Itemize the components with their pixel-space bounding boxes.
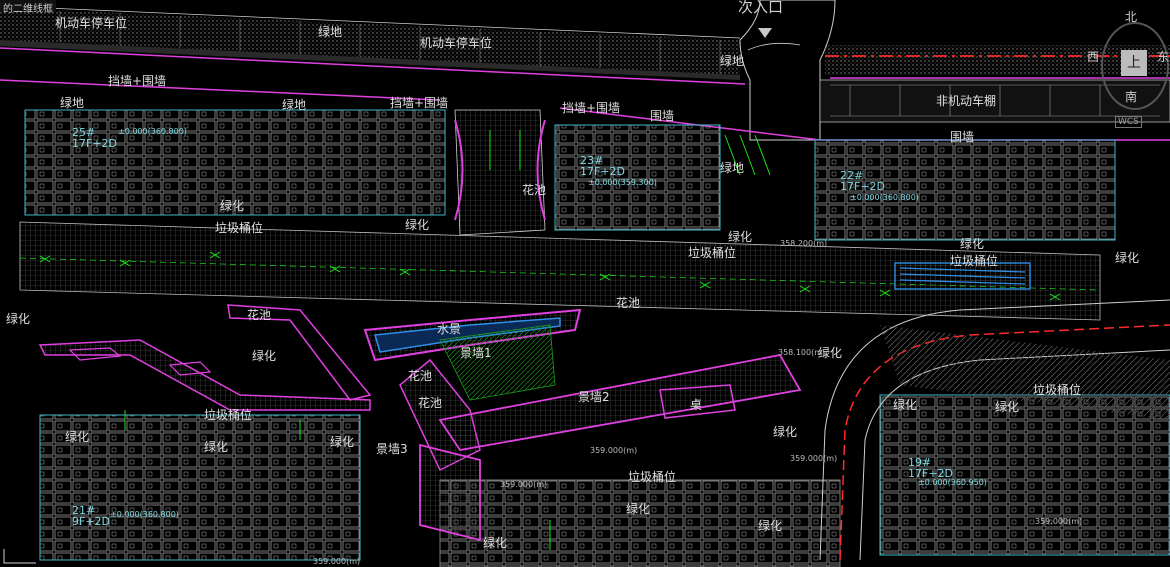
cad-drawing-canvas[interactable] [0, 0, 1170, 567]
water-feature-label: 水景 [437, 322, 462, 336]
greening-label: 绿化 [6, 312, 31, 326]
greening-label: 绿化 [204, 440, 229, 454]
level-mark: 359.000(m) [500, 480, 548, 489]
compass-north[interactable]: 北 [1125, 8, 1137, 25]
greening-label: 绿化 [1115, 251, 1140, 265]
feature-wall-label: 景墙1 [460, 346, 492, 360]
greening-label: 绿化 [995, 400, 1020, 414]
green-label: 绿地 [720, 161, 745, 175]
greening-label: 绿化 [758, 519, 783, 533]
greening-label: 绿化 [893, 398, 918, 412]
building-elevation: ±0.000(360.950) [918, 478, 987, 487]
green-label: 绿地 [60, 96, 85, 110]
building-floors: 17F+2D [72, 137, 118, 150]
compass-south[interactable]: 南 [1125, 88, 1137, 105]
greening-label: 绿化 [65, 430, 90, 444]
greening-label: 绿化 [252, 349, 277, 363]
trash-bin-label: 垃圾桶位 [204, 408, 253, 422]
viewport-tab[interactable]: 的二维线框 [0, 0, 56, 15]
trash-bin-label: 垃圾桶位 [688, 246, 737, 260]
greening-label: 绿化 [405, 218, 430, 232]
trash-bin-label: 垃圾桶位 [1033, 383, 1082, 397]
retaining-wall-label: 挡墙+围墙 [108, 74, 167, 88]
building-floors: 17F+2D [580, 165, 626, 178]
building-floors: 17F+2D [840, 180, 886, 193]
flower-bed-label: 花池 [247, 308, 272, 322]
central-plaza [454, 109, 546, 236]
green-label: 绿地 [720, 54, 745, 68]
table-label: 桌 [690, 398, 703, 412]
retaining-wall-label: 挡墙+围墙 [390, 96, 449, 110]
nonmotor-shed-label: 非机动车棚 [936, 94, 997, 108]
building-elevation: ±0.000(360.800) [110, 510, 179, 519]
building-elevation: ±0.000(359.300) [588, 178, 657, 187]
compass-west[interactable]: 西 [1087, 48, 1099, 65]
greening-label: 绿化 [728, 230, 753, 244]
feature-wall-label: 景墙2 [578, 390, 610, 404]
green-label: 绿地 [282, 98, 307, 112]
greening-label: 绿化 [773, 425, 798, 439]
flower-bed-label: 花池 [408, 369, 433, 383]
feature-wall-label: 景墙3 [376, 442, 408, 456]
trash-bin-label: 垃圾桶位 [628, 470, 677, 484]
ucs-icon [3, 549, 36, 564]
trash-bin-label: 垃圾桶位 [950, 254, 999, 268]
entrance-label: 次入口 [738, 0, 784, 16]
greening-label: 绿化 [960, 237, 985, 251]
building-elevation: ±0.000(360.800) [850, 193, 919, 202]
wcs-menu[interactable]: WCS [1115, 116, 1142, 128]
trash-bin-label: 垃圾桶位 [215, 221, 264, 235]
fence-label: 围墙 [650, 109, 675, 123]
building-floors: 9F+2D [72, 515, 111, 528]
viewcube-top-face[interactable]: 上 [1121, 50, 1147, 76]
level-mark: 359.000(m) [790, 454, 838, 463]
greening-label: 绿化 [330, 435, 355, 449]
flower-bed-label: 花池 [522, 183, 547, 197]
level-mark: 358.100(m) [778, 348, 826, 357]
motor-parking-label: 机动车停车位 [55, 16, 128, 30]
compass-east[interactable]: 东 [1157, 48, 1169, 65]
viewcube[interactable]: 北 南 西 东 上 WCS [1087, 8, 1169, 128]
green-label: 绿地 [318, 25, 343, 39]
level-mark: 359.000(m) [1035, 517, 1083, 526]
flower-bed-label: 花池 [616, 296, 641, 310]
fence-label: 围墙 [950, 130, 975, 144]
west-paths [38, 304, 372, 411]
greening-label: 绿化 [483, 536, 508, 550]
motor-parking-label: 机动车停车位 [420, 36, 493, 50]
building-elevation: ±0.000(360.800) [118, 127, 187, 136]
flower-bed-label: 花池 [418, 396, 443, 410]
greening-label: 绿化 [626, 502, 651, 516]
level-mark: 358.200(m) [780, 239, 828, 248]
level-mark: 359.000(m) [313, 557, 361, 566]
greening-label: 绿化 [220, 199, 245, 213]
level-mark: 359.000(m) [590, 446, 638, 455]
retaining-wall-label: 挡墙+围墙 [562, 101, 621, 115]
